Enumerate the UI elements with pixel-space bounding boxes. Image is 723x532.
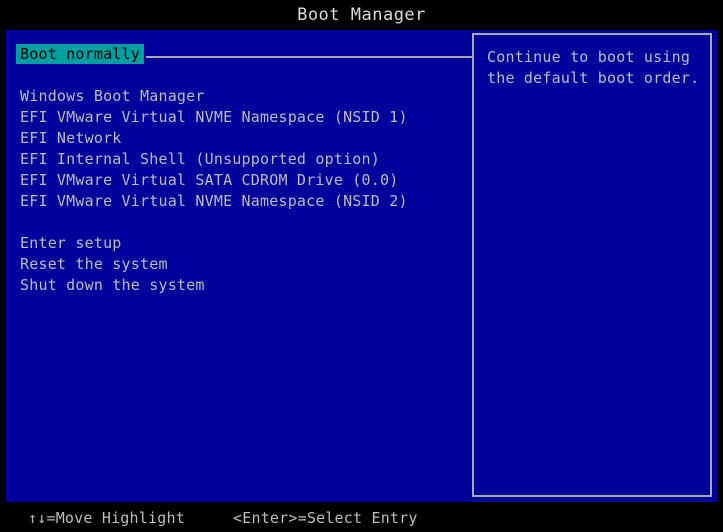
help-panel: Continue to boot using the default boot …	[472, 33, 712, 497]
menu-item-efi-vmware-nvme-nsid-2[interactable]: EFI VMware Virtual NVME Namespace (NSID …	[20, 191, 466, 212]
main-body: Boot normally Windows Boot Manager EFI V…	[6, 30, 717, 502]
menu-item-efi-vmware-nvme-nsid-1[interactable]: EFI VMware Virtual NVME Namespace (NSID …	[20, 107, 466, 128]
menu-item-enter-setup[interactable]: Enter setup	[20, 233, 466, 254]
boot-menu-row-0: Boot normally	[20, 44, 466, 65]
menu-spacer-middle	[20, 212, 466, 233]
page-title: Boot Manager	[297, 7, 426, 24]
menu-item-efi-internal-shell[interactable]: EFI Internal Shell (Unsupported option)	[20, 149, 466, 170]
title-bar: Boot Manager	[0, 0, 723, 30]
boot-menu-list: Boot normally Windows Boot Manager EFI V…	[20, 44, 466, 296]
menu-item-efi-network[interactable]: EFI Network	[20, 128, 466, 149]
menu-item-reset-the-system[interactable]: Reset the system	[20, 254, 466, 275]
menu-item-windows-boot-manager[interactable]: Windows Boot Manager	[20, 86, 466, 107]
help-panel-text: Continue to boot using the default boot …	[487, 47, 702, 89]
status-hint-move-highlight: ↑↓=Move Highlight	[28, 508, 185, 528]
menu-item-boot-normally[interactable]: Boot normally	[16, 44, 144, 64]
status-hint-select-entry: <Enter>=Select Entry	[233, 508, 418, 528]
boot-manager-screen: Boot Manager Boot normally Windows Boot …	[0, 0, 723, 532]
menu-item-efi-vmware-sata-cdrom[interactable]: EFI VMware Virtual SATA CDROM Drive (0.0…	[20, 170, 466, 191]
menu-spacer-top	[20, 65, 466, 86]
status-bar: ↑↓=Move Highlight <Enter>=Select Entry	[0, 504, 723, 532]
menu-item-shut-down-the-system[interactable]: Shut down the system	[20, 275, 466, 296]
